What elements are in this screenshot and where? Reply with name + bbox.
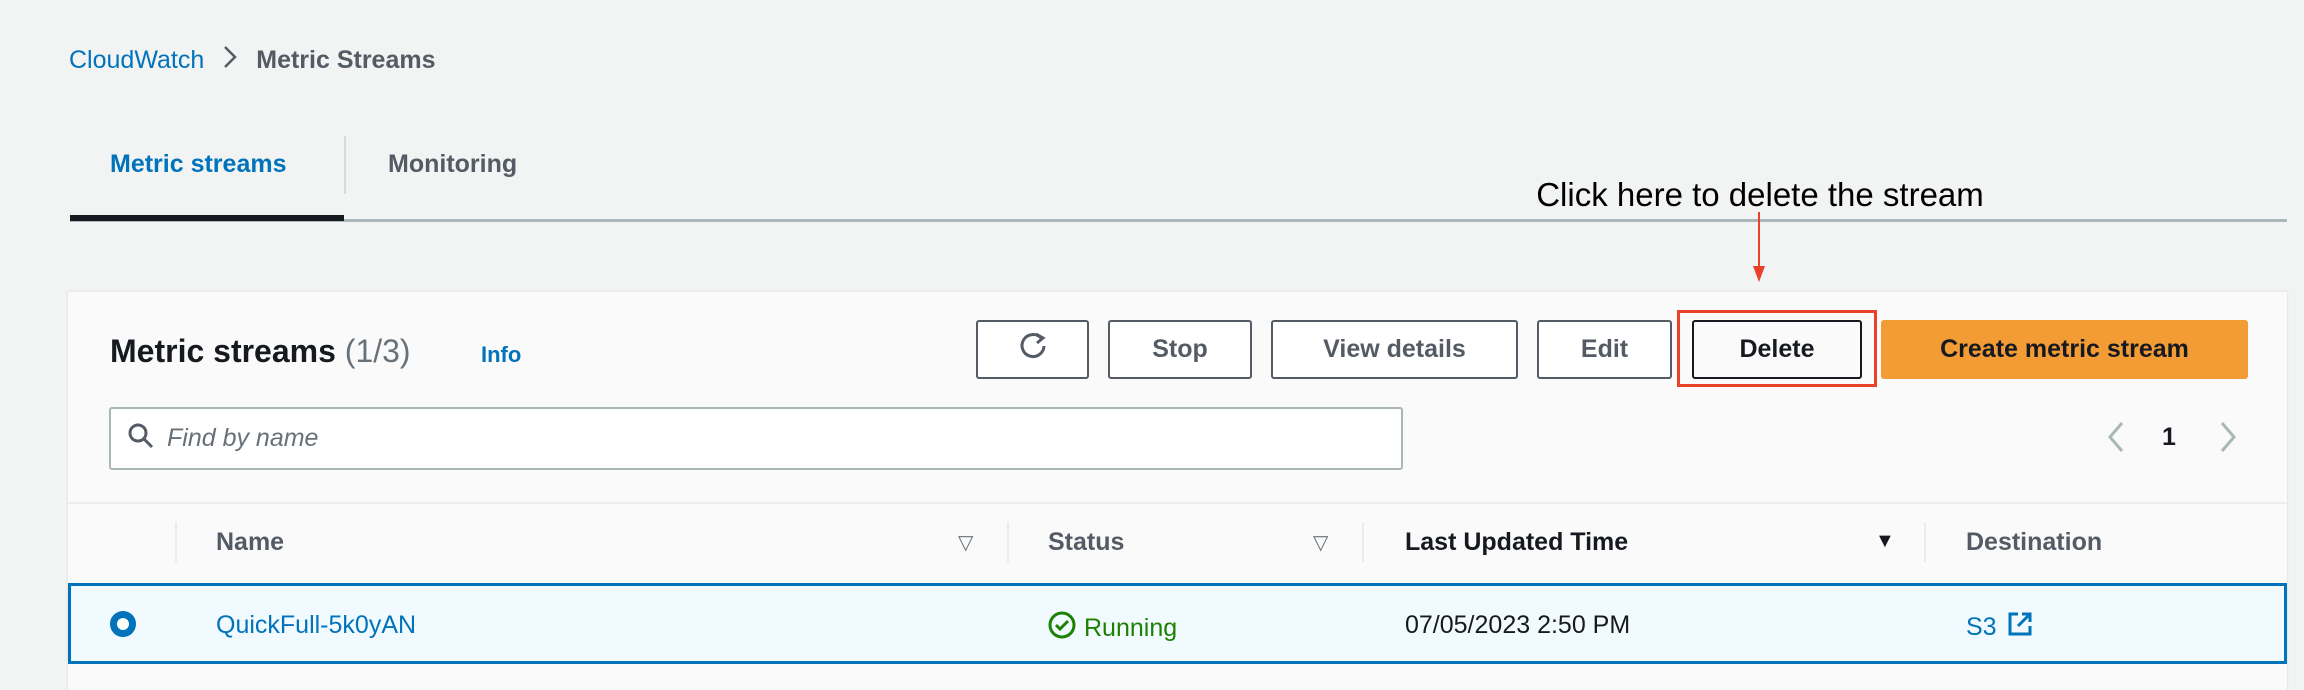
row-radio-selected[interactable] — [110, 611, 136, 637]
table-header-separator — [68, 502, 2287, 504]
sort-icon[interactable]: ▽ — [1313, 530, 1328, 555]
status-text: Running — [1084, 614, 1178, 642]
tab-metric-streams[interactable]: Metric streams — [110, 150, 286, 179]
page-number[interactable]: 1 — [2162, 423, 2176, 452]
panel-title: Metric streams (1/3) — [110, 333, 411, 370]
column-divider — [1007, 522, 1009, 562]
check-circle-icon — [1048, 611, 1076, 646]
selection-count: (1/3) — [344, 333, 411, 369]
column-divider — [1362, 522, 1364, 562]
tab-divider — [344, 136, 346, 194]
column-header-name[interactable]: Name — [216, 528, 284, 557]
column-header-destination[interactable]: Destination — [1966, 528, 2102, 557]
sort-descending-icon[interactable]: ▼ — [1875, 530, 1895, 553]
column-header-status[interactable]: Status — [1048, 528, 1124, 557]
panel-title-text: Metric streams — [110, 333, 336, 369]
info-link[interactable]: Info — [481, 342, 521, 368]
edit-button[interactable]: Edit — [1537, 320, 1672, 379]
search-icon — [127, 422, 155, 455]
create-metric-stream-button[interactable]: Create metric stream — [1881, 320, 2248, 379]
search-input[interactable] — [167, 424, 1267, 453]
last-updated-time: 07/05/2023 2:50 PM — [1405, 611, 1631, 639]
stream-name-link[interactable]: QuickFull-5k0yAN — [216, 611, 416, 640]
breadcrumb-current: Metric Streams — [256, 46, 436, 74]
active-tab-indicator — [70, 215, 344, 221]
annotation-text: Click here to delete the stream — [1536, 176, 1984, 213]
column-divider — [175, 522, 177, 562]
destination-link[interactable]: S3 — [1966, 611, 2033, 644]
annotation-arrow-icon — [1752, 212, 1766, 289]
destination-text: S3 — [1966, 613, 1997, 641]
tab-monitoring[interactable]: Monitoring — [388, 150, 517, 179]
column-divider — [1924, 522, 1926, 562]
chevron-right-icon — [222, 44, 238, 77]
next-page-icon[interactable] — [2218, 420, 2238, 461]
breadcrumb-cloudwatch[interactable]: CloudWatch — [69, 46, 204, 75]
stop-button[interactable]: Stop — [1108, 320, 1252, 379]
column-header-last-updated[interactable]: Last Updated Time — [1405, 528, 1628, 557]
refresh-button[interactable] — [976, 320, 1089, 379]
view-details-button[interactable]: View details — [1271, 320, 1518, 379]
external-link-icon — [2007, 611, 2033, 644]
refresh-icon — [1017, 330, 1049, 369]
tabs-baseline — [70, 219, 2287, 222]
sort-icon[interactable]: ▽ — [958, 530, 973, 555]
status-badge: Running — [1048, 611, 1177, 646]
breadcrumb: CloudWatch Metric Streams — [69, 44, 436, 77]
delete-highlight-box — [1677, 310, 1877, 387]
search-field[interactable] — [109, 407, 1403, 470]
prev-page-icon[interactable] — [2106, 420, 2126, 461]
